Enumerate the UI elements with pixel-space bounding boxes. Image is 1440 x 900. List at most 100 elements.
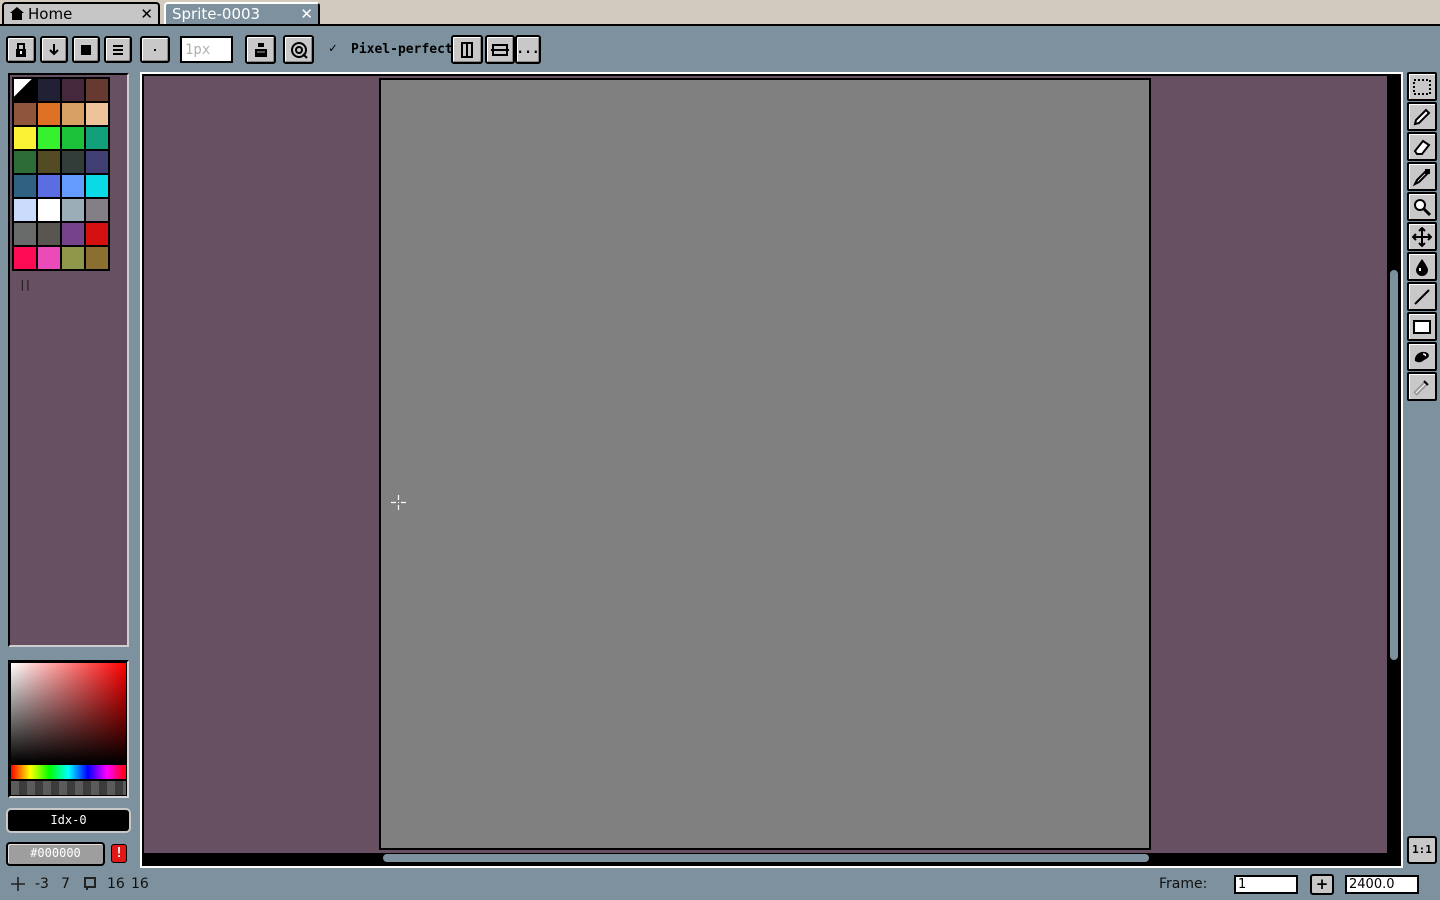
symmetry-horizontal-icon bbox=[491, 43, 509, 56]
palette-swatch[interactable] bbox=[85, 198, 109, 222]
tab-home-close-icon[interactable]: ✕ bbox=[140, 4, 153, 24]
brush-size-input[interactable] bbox=[180, 36, 233, 63]
palette-swatch[interactable] bbox=[13, 78, 37, 102]
palette-swatch[interactable] bbox=[61, 246, 85, 270]
sprite-canvas[interactable] bbox=[379, 78, 1151, 850]
tab-bar: Home ✕ Sprite-0003 ✕ bbox=[0, 0, 1440, 26]
zoom-reset-button[interactable]: 1:1 bbox=[1407, 836, 1437, 864]
eraser-tool[interactable] bbox=[1407, 132, 1437, 161]
palette-swatch[interactable] bbox=[37, 174, 61, 198]
marquee-tool[interactable] bbox=[1407, 72, 1437, 101]
palette-swatch[interactable] bbox=[85, 150, 109, 174]
lines-icon bbox=[113, 44, 123, 55]
blur-tool[interactable] bbox=[1407, 372, 1437, 401]
foreground-color-index[interactable]: Idx-0 bbox=[6, 808, 131, 833]
dot-icon bbox=[154, 48, 156, 51]
move-tool[interactable] bbox=[1407, 222, 1437, 251]
hue-slider[interactable] bbox=[11, 765, 126, 779]
palette-swatch[interactable] bbox=[61, 150, 85, 174]
blur-brush-icon bbox=[1413, 379, 1429, 396]
palette-swatch[interactable] bbox=[13, 246, 37, 270]
tab-bar-divider bbox=[0, 24, 1440, 26]
frame-label: Frame: bbox=[1159, 876, 1208, 892]
tab-sprite[interactable]: Sprite-0003 ✕ bbox=[164, 2, 320, 24]
background-color-hex[interactable]: #000000 bbox=[6, 842, 105, 866]
palette-swatch[interactable] bbox=[13, 150, 37, 174]
palette-swatch[interactable] bbox=[13, 198, 37, 222]
brush-preview-button[interactable] bbox=[140, 36, 170, 63]
palette-swatch[interactable] bbox=[37, 222, 61, 246]
palette-swatch[interactable] bbox=[61, 102, 85, 126]
symmetry-vertical-button[interactable] bbox=[451, 35, 483, 64]
eyedropper-icon bbox=[1412, 168, 1430, 186]
more-options-button[interactable]: ... bbox=[515, 35, 541, 64]
sprite-size-icon bbox=[84, 877, 96, 890]
contour-tool[interactable] bbox=[1407, 342, 1437, 371]
brush-options-button[interactable] bbox=[104, 36, 132, 63]
tab-home[interactable]: Home ✕ bbox=[2, 2, 160, 24]
warning-button[interactable]: ! bbox=[111, 844, 127, 863]
brush-square-button[interactable] bbox=[72, 36, 100, 63]
tab-sprite-close-icon[interactable]: ✕ bbox=[300, 4, 313, 24]
symmetry-horizontal-button[interactable] bbox=[485, 35, 515, 64]
line-icon bbox=[1414, 288, 1430, 305]
palette-resize-handle[interactable]: || bbox=[19, 278, 31, 291]
arrow-down-icon bbox=[49, 43, 59, 55]
symmetry-vertical-icon bbox=[461, 41, 473, 58]
palette-swatch[interactable] bbox=[61, 126, 85, 150]
cursor-y: 7 bbox=[61, 876, 70, 892]
palette-swatch[interactable] bbox=[85, 246, 109, 270]
palette-panel: || bbox=[8, 73, 129, 647]
marquee-icon bbox=[1413, 78, 1431, 95]
palette-swatch[interactable] bbox=[61, 78, 85, 102]
opacity-target-icon bbox=[290, 41, 308, 59]
home-icon bbox=[10, 7, 24, 20]
vertical-scroll-thumb[interactable] bbox=[1390, 270, 1398, 660]
position-crosshair-icon bbox=[11, 877, 25, 891]
saturation-value-area[interactable] bbox=[11, 663, 126, 763]
line-tool[interactable] bbox=[1407, 282, 1437, 311]
palette-swatch[interactable] bbox=[61, 222, 85, 246]
palette-swatch[interactable] bbox=[13, 174, 37, 198]
zoom-input[interactable]: 2400.0 bbox=[1345, 875, 1419, 894]
palette-swatch[interactable] bbox=[37, 126, 61, 150]
palette-swatch[interactable] bbox=[37, 150, 61, 174]
square-icon bbox=[81, 44, 91, 55]
horizontal-scroll-thumb[interactable] bbox=[383, 854, 1149, 862]
eraser-icon bbox=[1413, 139, 1431, 155]
ink-type-button[interactable] bbox=[245, 35, 276, 64]
color-picker bbox=[8, 660, 129, 798]
lock-alpha-button[interactable] bbox=[6, 36, 36, 63]
palette-swatch[interactable] bbox=[13, 222, 37, 246]
pencil-tool[interactable] bbox=[1407, 102, 1437, 131]
paint-bucket-tool[interactable] bbox=[1407, 252, 1437, 281]
palette-grid bbox=[12, 77, 110, 271]
palette-swatch[interactable] bbox=[37, 102, 61, 126]
palette-swatch[interactable] bbox=[85, 222, 109, 246]
add-frame-button[interactable]: + bbox=[1310, 874, 1334, 895]
palette-swatch[interactable] bbox=[61, 174, 85, 198]
palette-swatch[interactable] bbox=[13, 126, 37, 150]
palette-swatch[interactable] bbox=[37, 198, 61, 222]
eyedropper-tool[interactable] bbox=[1407, 162, 1437, 191]
zoom-tool[interactable] bbox=[1407, 192, 1437, 221]
magnifier-icon bbox=[1414, 198, 1432, 216]
palette-swatch[interactable] bbox=[61, 198, 85, 222]
palette-swatch[interactable] bbox=[85, 174, 109, 198]
palette-swatch[interactable] bbox=[85, 126, 109, 150]
sprite-editor bbox=[140, 72, 1403, 868]
palette-swatch[interactable] bbox=[37, 78, 61, 102]
alpha-slider[interactable] bbox=[11, 781, 126, 795]
palette-swatch[interactable] bbox=[85, 78, 109, 102]
palette-swatch[interactable] bbox=[13, 102, 37, 126]
lock-icon bbox=[16, 42, 26, 57]
sprite-height: 16 bbox=[131, 876, 149, 892]
contour-blob-icon bbox=[1414, 351, 1429, 362]
rectangle-tool[interactable] bbox=[1407, 312, 1437, 341]
opacity-button[interactable] bbox=[283, 35, 314, 64]
palette-swatch[interactable] bbox=[85, 102, 109, 126]
palette-swatch[interactable] bbox=[37, 246, 61, 270]
pixel-perfect-checkbox[interactable]: ✓ bbox=[329, 41, 337, 56]
brush-type-button[interactable] bbox=[40, 36, 68, 63]
frame-input[interactable]: 1 bbox=[1234, 875, 1298, 894]
